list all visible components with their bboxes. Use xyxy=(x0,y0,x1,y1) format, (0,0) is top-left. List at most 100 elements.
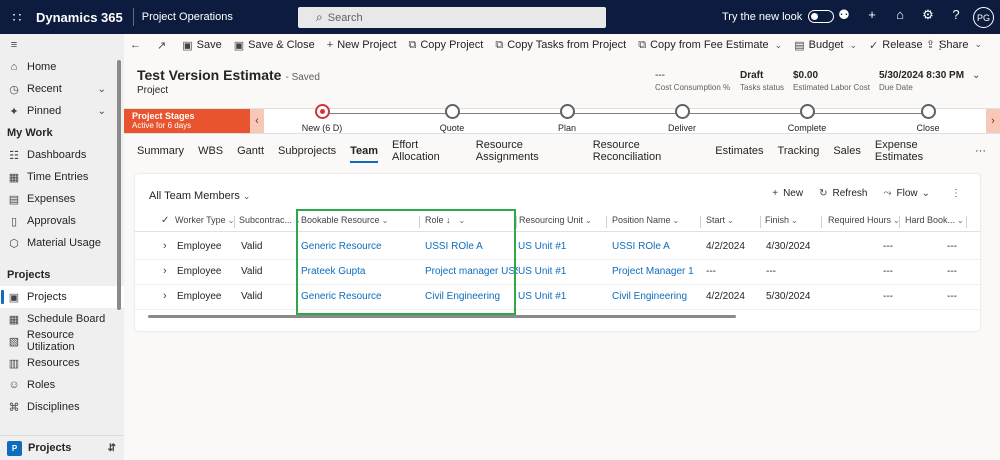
tab-team[interactable]: Team xyxy=(350,145,378,163)
copy-project-button[interactable]: ⧉ Copy Project xyxy=(409,39,484,52)
column-header-required-hours[interactable]: Required Hours ⌄ xyxy=(828,215,900,225)
save-close-button[interactable]: ▣ Save & Close xyxy=(234,39,315,52)
lightbulb-icon[interactable]: ⚉ xyxy=(830,7,858,23)
back-button[interactable]: ← xyxy=(130,39,145,51)
sidebar-item-recent[interactable]: ◷ Recent ⌄ xyxy=(0,78,124,100)
tab-subprojects[interactable]: Subprojects xyxy=(278,145,336,157)
cell-resourcing-unit-link[interactable]: US Unit #1 xyxy=(518,266,604,277)
tab-summary[interactable]: Summary xyxy=(137,145,184,157)
sidebar-item-label: Material Usage xyxy=(27,237,101,249)
search-input[interactable]: ⌕ Search xyxy=(298,7,606,28)
tab-estimates[interactable]: Estimates xyxy=(715,145,763,157)
tab-sales[interactable]: Sales xyxy=(833,145,861,157)
sidebar-item-dashboards[interactable]: ☷ Dashboards xyxy=(0,144,124,166)
column-header-worker-type[interactable]: Worker Type ⌄ xyxy=(175,215,234,225)
grid-more-button[interactable]: ⋮ xyxy=(951,188,966,199)
app-name[interactable]: Project Operations xyxy=(134,11,233,23)
expand-row-chevron-icon[interactable]: › xyxy=(163,290,167,302)
sidebar-item-disciplines[interactable]: ⌘ Disciplines xyxy=(0,396,124,418)
column-header-hard-booked[interactable]: Hard Book... ⌄ xyxy=(905,215,964,225)
sidebar-scrollbar[interactable] xyxy=(117,60,121,310)
release-button[interactable]: ✓ Release xyxy=(869,39,923,52)
hamburger-menu[interactable]: ≡ xyxy=(0,34,124,56)
grid-flow-button[interactable]: ⤳ Flow ⌄ xyxy=(883,188,935,199)
tab-wbs[interactable]: WBS xyxy=(198,145,223,157)
stage-next-button[interactable]: › xyxy=(986,109,1000,133)
column-header-position-name[interactable]: Position Name ⌄ xyxy=(612,215,679,225)
table-row[interactable]: › Employee Valid Prateek Gupta Project m… xyxy=(135,260,980,285)
active-stage-flyout[interactable]: Project Stages Active for 6 days xyxy=(124,109,250,133)
chevron-left-icon: ‹ xyxy=(255,115,259,127)
column-divider[interactable] xyxy=(821,216,822,228)
help-icon[interactable]: ? xyxy=(942,7,970,23)
column-divider[interactable] xyxy=(606,216,607,228)
view-selector[interactable]: All Team Members ⌄ xyxy=(149,190,250,202)
tab-tracking[interactable]: Tracking xyxy=(778,145,820,157)
stage-prev-button[interactable]: ‹ xyxy=(250,109,264,133)
column-header-finish[interactable]: Finish ⌄ xyxy=(765,215,798,225)
chevron-down-icon: ⌄ xyxy=(672,216,680,225)
tab-resource-assignments[interactable]: Resource Assignments xyxy=(476,139,579,163)
header-expand-chevron-icon[interactable]: ⌄ xyxy=(972,70,980,81)
horizontal-scrollbar[interactable] xyxy=(148,315,736,318)
popout-button[interactable]: ↗ xyxy=(157,39,170,52)
plus-icon[interactable]: + xyxy=(858,7,886,23)
tab-resource-reconciliation[interactable]: Resource Reconciliation xyxy=(593,139,702,163)
expand-row-chevron-icon[interactable]: › xyxy=(163,240,167,252)
copy-fee-button[interactable]: ⧉ Copy from Fee Estimate ⌄ xyxy=(638,39,782,52)
stage-label: Close xyxy=(916,123,940,133)
brand-name[interactable]: Dynamics 365 xyxy=(34,10,133,25)
chevron-down-icon: ⌄ xyxy=(774,39,783,50)
column-divider[interactable] xyxy=(700,216,701,228)
tab-expense-estimates[interactable]: Expense Estimates xyxy=(875,139,961,163)
bell-icon[interactable]: ⌂ xyxy=(886,7,914,23)
sidebar-item-pinned[interactable]: ✦ Pinned ⌄ xyxy=(0,100,124,122)
sidebar-item-resource-utilization[interactable]: ▧ Resource Utilization xyxy=(0,329,124,353)
calendar-icon: ▦ xyxy=(8,313,20,326)
expand-row-chevron-icon[interactable]: › xyxy=(163,265,167,277)
column-divider[interactable] xyxy=(899,216,900,228)
column-header-start[interactable]: Start ⌄ xyxy=(706,215,734,225)
cell-position-name-link[interactable]: Project Manager 1 xyxy=(612,266,698,277)
tab-gantt[interactable]: Gantt xyxy=(237,145,264,157)
cell-position-name-link[interactable]: USSI ROle A xyxy=(612,241,698,252)
sidebar-item-expenses[interactable]: ▤ Expenses xyxy=(0,188,124,210)
sidebar-item-time-entries[interactable]: ▦ Time Entries xyxy=(0,166,124,188)
cell-resourcing-unit-link[interactable]: US Unit #1 xyxy=(518,291,604,302)
table-row[interactable]: › Employee Valid Generic Resource USSI R… xyxy=(135,235,980,260)
cell-position-name-link[interactable]: Civil Engineering xyxy=(612,291,698,302)
search-placeholder: Search xyxy=(327,11,363,24)
column-divider[interactable] xyxy=(234,216,235,228)
tab-effort-allocation[interactable]: Effort Allocation xyxy=(392,139,462,163)
sidebar-item-material-usage[interactable]: ⬡ Material Usage xyxy=(0,232,124,254)
column-divider[interactable] xyxy=(966,216,967,228)
grid-refresh-button[interactable]: ↻ Refresh xyxy=(819,188,867,199)
sidebar-item-approvals[interactable]: ▯ Approvals xyxy=(0,210,124,232)
sidebar-item-projects[interactable]: ▣ Projects xyxy=(0,286,124,308)
app-launcher-icon[interactable]: ∷ xyxy=(0,0,34,34)
select-all-check-icon[interactable]: ✓ xyxy=(161,215,169,226)
gear-icon[interactable]: ⚙ xyxy=(914,7,942,23)
share-icon: ⇪ xyxy=(925,39,936,51)
grid-new-button[interactable]: + New xyxy=(772,188,803,199)
sidebar-item-resources[interactable]: ▥ Resources xyxy=(0,352,124,374)
area-switcher[interactable]: P Projects ⇵ xyxy=(0,435,124,460)
save-button[interactable]: ▣ Save xyxy=(182,39,221,52)
avatar[interactable]: PG xyxy=(973,7,994,28)
tab-more[interactable]: ··· xyxy=(975,145,986,157)
budget-button[interactable]: ▤ Budget ⌄ xyxy=(794,39,857,52)
cell-resourcing-unit-link[interactable]: US Unit #1 xyxy=(518,241,604,252)
column-divider[interactable] xyxy=(760,216,761,228)
new-project-button[interactable]: + New Project xyxy=(327,39,397,51)
column-divider[interactable] xyxy=(516,216,517,228)
column-header-label: Finish xyxy=(765,215,790,225)
sidebar-item-home[interactable]: ⌂ Home xyxy=(0,56,124,78)
column-header-resourcing-unit[interactable]: Resourcing Unit ⌄ xyxy=(519,215,592,225)
column-header-subcontract[interactable]: Subcontrac... ⌄ xyxy=(239,215,301,225)
sidebar-item-roles[interactable]: ☺ Roles xyxy=(0,374,124,396)
sidebar-item-schedule-board[interactable]: ▦ Schedule Board xyxy=(0,308,124,330)
share-button[interactable]: ⇪ Share ⌄ xyxy=(925,38,982,52)
copy-tasks-button[interactable]: ⧉ Copy Tasks from Project xyxy=(495,39,626,52)
try-new-look[interactable]: Try the new look xyxy=(722,10,835,23)
table-row[interactable]: › Employee Valid Generic Resource Civil … xyxy=(135,285,980,310)
